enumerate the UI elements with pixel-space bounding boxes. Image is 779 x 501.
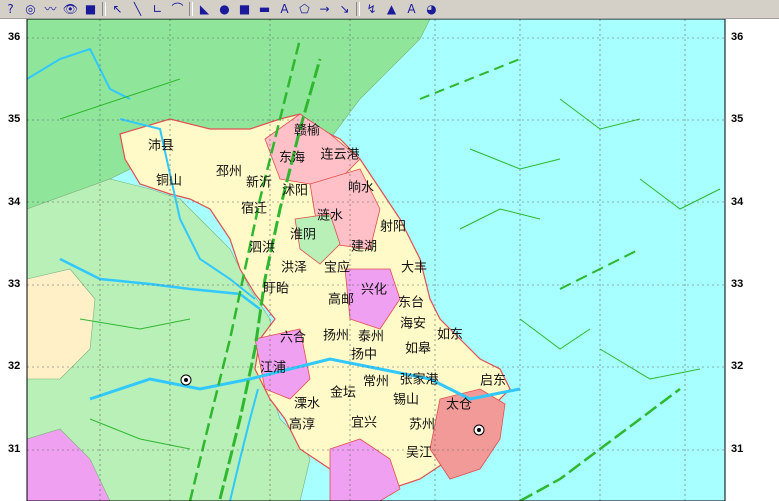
ellipse-icon[interactable]: ● [216,1,233,17]
city-label-ganyu[interactable]: 赣榆 [294,120,320,139]
city-label-rudong[interactable]: 如东 [437,324,463,343]
lat-label-left: 34 [8,196,21,208]
city-label-hongze[interactable]: 洪泽 [281,257,307,276]
layer-icon[interactable]: ▲ [383,1,400,17]
polygon-icon[interactable]: ⬠ [296,1,313,17]
node-edit-icon[interactable]: ↘ [336,1,353,17]
city-label-wujiang[interactable]: 吴江 [406,442,432,461]
toolbar: ? ◎ 〰 👁 ■ ↖ ╲ ∟ ⌒ ◣ ● ■ ▬ A ⬠ → ↘ ↯ ▲ A ◕ [0,0,779,19]
city-label-xinghua[interactable]: 兴化 [361,279,387,298]
rounded-rect-icon[interactable]: ▬ [256,1,273,17]
toolbar-separator [102,2,106,16]
city-label-gaoyou[interactable]: 高邮 [328,289,354,308]
city-label-gaochun[interactable]: 高淳 [289,414,315,433]
text-style-icon[interactable]: A [403,1,420,17]
lat-label-left: 36 [8,31,21,43]
city-label-jianhu[interactable]: 建湖 [351,236,377,255]
stop-icon[interactable]: ■ [82,1,99,17]
city-label-lianyungang[interactable]: 连云港 [320,144,359,163]
city-label-yangzhong[interactable]: 扬中 [351,344,377,363]
city-label-qidong[interactable]: 启东 [480,370,506,389]
arrow-icon[interactable]: → [316,1,333,17]
toolbar-separator [189,2,193,16]
city-label-tongshan[interactable]: 铜山 [156,170,182,189]
city-label-jintan[interactable]: 金坛 [330,382,356,401]
city-label-donghai[interactable]: 东海 [279,147,305,166]
city-label-suzhou[interactable]: 苏州 [409,414,435,433]
lat-label-right: 32 [731,360,744,372]
city-label-liuhe[interactable]: 六合 [280,327,306,346]
target-icon[interactable]: ◎ [22,1,39,17]
lat-label-right: 35 [731,113,744,125]
city-label-haian[interactable]: 海安 [400,313,426,332]
city-label-dafeng[interactable]: 大丰 [401,257,427,276]
toolbar-separator [356,2,360,16]
city-label-lianshui[interactable]: 涟水 [317,205,343,224]
scale-icon[interactable]: 〰 [42,1,59,17]
arc-icon[interactable]: ⌒ [169,1,186,17]
city-label-sheyang[interactable]: 射阳 [380,216,406,235]
lat-label-right: 34 [731,196,744,208]
curve-icon[interactable]: ↯ [363,1,380,17]
city-label-taicang[interactable]: 太仓 [446,394,472,413]
city-label-peixian[interactable]: 沛县 [148,135,174,154]
city-label-xinyi[interactable]: 新沂 [246,172,272,191]
city-label-yixing[interactable]: 宜兴 [351,412,377,431]
station-marker-dot [477,428,481,432]
city-label-xiangshui[interactable]: 响水 [348,177,374,196]
lat-label-left: 32 [8,360,21,372]
city-label-changzhou[interactable]: 常州 [363,371,389,390]
lat-label-right: 36 [731,31,744,43]
city-label-xuyi[interactable]: 盱眙 [263,278,289,297]
lat-label-left: 31 [8,443,21,455]
city-label-rugao[interactable]: 如皋 [405,338,431,357]
city-label-zhangjiagang[interactable]: 张家港 [399,369,438,388]
fill-region-icon[interactable]: ◣ [196,1,213,17]
city-label-sihong[interactable]: 泗洪 [249,237,275,256]
lat-label-right: 33 [731,278,744,290]
text-icon[interactable]: A [276,1,293,17]
epicenter-marker-dot [184,378,188,382]
city-label-suqian[interactable]: 宿迁 [241,198,267,217]
city-label-xishan[interactable]: 锡山 [393,389,419,408]
rectangle-icon[interactable]: ■ [236,1,253,17]
city-label-huaiyin[interactable]: 淮阴 [290,224,316,243]
city-label-yangzhou[interactable]: 扬州 [323,325,349,344]
help-icon[interactable]: ? [2,1,19,17]
color-icon[interactable]: ◕ [423,1,440,17]
city-label-baoying[interactable]: 宝应 [324,257,350,276]
line-icon[interactable]: ╲ [129,1,146,17]
city-label-dongtai[interactable]: 东台 [398,292,424,311]
city-label-taizhou[interactable]: 泰州 [358,326,384,345]
pointer-icon[interactable]: ↖ [109,1,126,17]
angle-icon[interactable]: ∟ [149,1,166,17]
city-label-jiangpu[interactable]: 江浦 [260,357,286,376]
city-label-lishui[interactable]: 溧水 [294,393,320,412]
city-label-pizhou[interactable]: 邳州 [216,161,242,180]
lat-label-left: 35 [8,113,21,125]
city-label-shuyang[interactable]: 沭阳 [282,180,308,199]
lat-label-right: 31 [731,443,744,455]
map-canvas[interactable] [0,19,779,501]
eye-icon[interactable]: 👁 [62,1,79,17]
lat-label-left: 33 [8,278,21,290]
